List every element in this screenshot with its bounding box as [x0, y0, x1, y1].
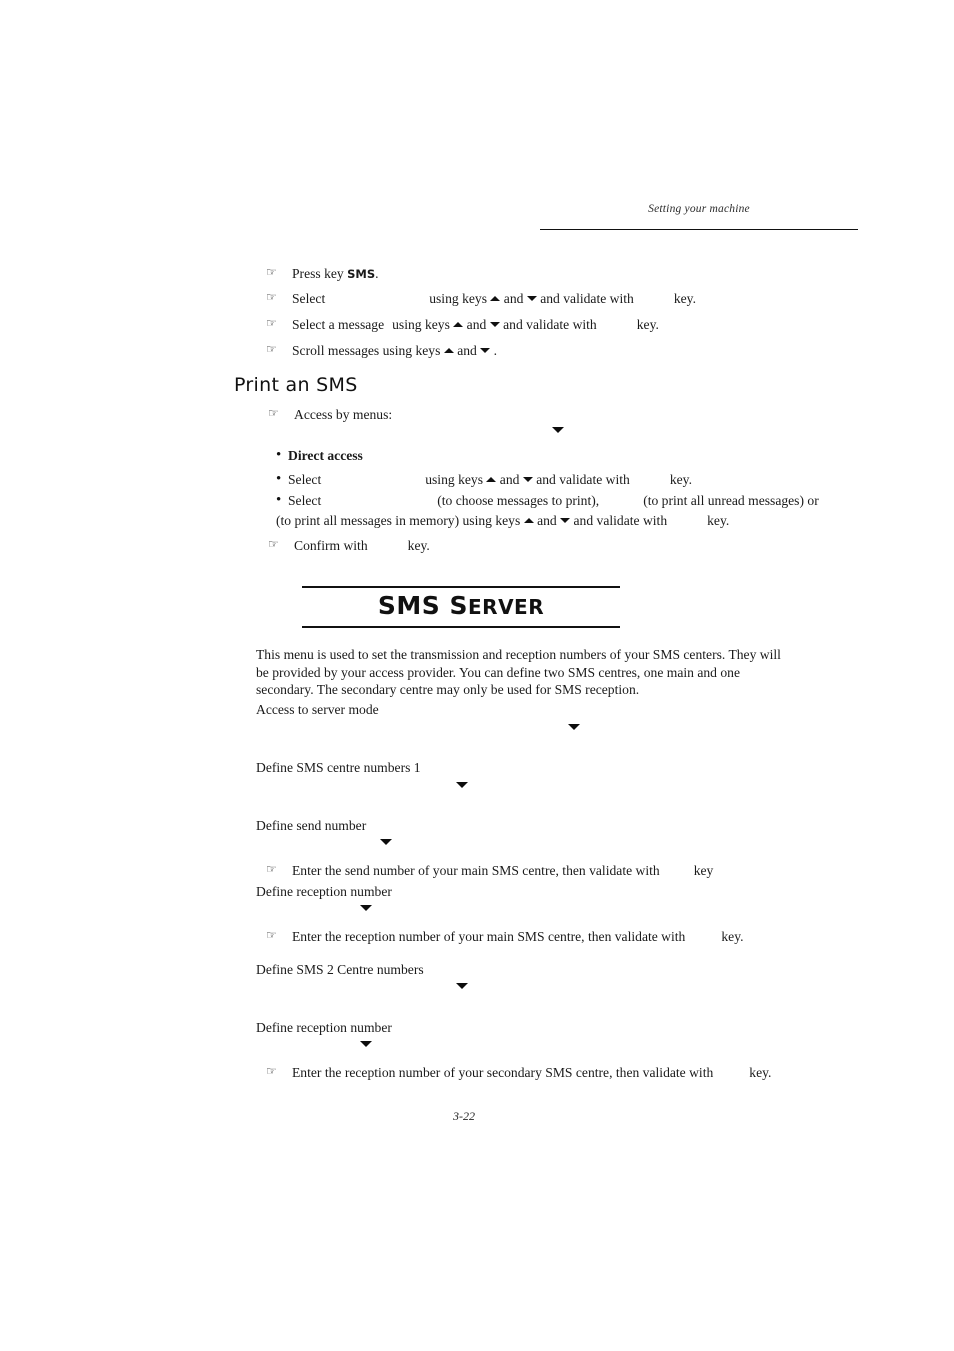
- confirm-key-word: key.: [407, 538, 430, 553]
- pointing-hand-icon: ☞: [266, 1064, 277, 1078]
- confirm-label: Confirm with: [294, 538, 368, 553]
- define-reception-number-2-label: Define reception number: [256, 1020, 392, 1035]
- key-up-icon: [443, 348, 454, 354]
- step-select-and: and: [500, 291, 527, 306]
- pointing-hand-icon: ☞: [268, 406, 279, 420]
- step-select-key-word: key.: [673, 291, 696, 306]
- pointing-hand-icon: ☞: [266, 290, 277, 304]
- key-down-icon: [560, 518, 571, 524]
- banner-rule-bottom: [302, 626, 620, 628]
- define-sms-centre-numbers-1-label: Define SMS centre numbers 1: [256, 760, 421, 775]
- enter-send-number-step: Enter the send number of your main SMS c…: [292, 861, 713, 880]
- menu-descend-arrow-icon: [360, 905, 372, 911]
- step-scroll-messages: Scroll messages using keys and .: [292, 341, 497, 360]
- step-press-key-text: Press key: [292, 266, 348, 281]
- direct-access-label: Direct access: [288, 448, 363, 463]
- pointing-hand-icon: ☞: [266, 862, 277, 876]
- step-select-message-and: and: [463, 317, 490, 332]
- define-reception-number-1-label: Define reception number: [256, 884, 392, 899]
- banner-rule-top: [302, 586, 620, 588]
- key-up-icon: [486, 477, 497, 483]
- menu-descend-arrow-icon: [456, 983, 468, 989]
- key-down-icon: [526, 296, 537, 302]
- bullet-icon: •: [276, 492, 282, 508]
- menu-descend-arrow-icon: [380, 839, 392, 845]
- pointing-hand-icon: ☞: [266, 342, 277, 356]
- step-scroll-label: Scroll messages using keys: [292, 343, 444, 358]
- confirm-with-step: Confirm with key.: [294, 536, 430, 555]
- step-select-using-keys: using keys: [429, 291, 491, 306]
- key-up-icon: [490, 296, 501, 302]
- enter-reception-main-key-word: key.: [721, 929, 744, 944]
- step-select-message-label: Select a message: [292, 317, 385, 332]
- print-select-using-keys: using keys: [425, 472, 487, 487]
- sms-server-title-erver: ERVER: [468, 595, 545, 619]
- key-down-icon: [480, 348, 491, 354]
- print-select-key-word: key.: [669, 472, 692, 487]
- print-select-and: and: [496, 472, 523, 487]
- enter-reception-secondary-key-word: key.: [749, 1065, 772, 1080]
- menu-descend-arrow-icon: [456, 782, 468, 788]
- sms-key-label: SMS: [347, 267, 376, 281]
- print-select-validate: and validate with: [532, 472, 630, 487]
- print-option-and: and: [533, 513, 561, 528]
- pointing-hand-icon: ☞: [266, 265, 277, 279]
- print-option-validate: and validate with: [570, 513, 668, 528]
- step-press-key-period: .: [375, 266, 379, 281]
- step-press-key-sms: Press key SMS.: [292, 264, 379, 284]
- print-select-menu: Select using keys and and validate with ke…: [288, 470, 692, 489]
- sms-server-title-sms: SMS: [377, 591, 441, 620]
- access-to-server-mode-label: Access to server mode: [256, 702, 379, 717]
- running-header-rule: [540, 229, 858, 231]
- step-scroll-and: and: [453, 343, 481, 358]
- print-select-options-line1: Select (to choose messages to print), (to …: [288, 491, 819, 510]
- pointing-hand-icon: ☞: [266, 928, 277, 942]
- step-select-menu: Select using keys and and validate with ke…: [292, 289, 696, 308]
- document-page: Setting your machine ☞ Press key SMS. ☞ …: [0, 0, 954, 1351]
- sms-server-title-s: S: [440, 591, 468, 620]
- pointing-hand-icon: ☞: [266, 316, 277, 330]
- menu-descend-arrow-icon: [552, 427, 564, 433]
- key-up-icon: [523, 518, 534, 524]
- define-sms-2-centre-numbers-label: Define SMS 2 Centre numbers: [256, 962, 424, 977]
- bullet-icon: •: [276, 447, 282, 463]
- step-select-message-key-word: key.: [636, 317, 659, 332]
- step-scroll-period: .: [490, 343, 498, 358]
- step-select-message-using-keys: using keys: [392, 317, 454, 332]
- step-select-label: Select: [292, 291, 326, 306]
- enter-reception-secondary-label: Enter the reception number of your secon…: [292, 1065, 714, 1080]
- menu-descend-arrow-icon: [360, 1041, 372, 1047]
- running-header-title: Setting your machine: [648, 203, 750, 215]
- key-up-icon: [453, 322, 464, 328]
- print-select-options-line2: (to print all messages in memory) using …: [276, 511, 729, 530]
- key-down-icon: [522, 477, 533, 483]
- print-option-key-word: key.: [707, 513, 730, 528]
- step-select-validate: and validate with: [536, 291, 634, 306]
- enter-reception-number-secondary-step: Enter the reception number of your secon…: [292, 1063, 771, 1082]
- print-select-label: Select: [288, 472, 322, 487]
- print-option-choose: (to choose messages to print),: [437, 493, 600, 508]
- step-select-message-validate: and validate with: [499, 317, 597, 332]
- bullet-icon: •: [276, 471, 282, 487]
- enter-reception-main-label: Enter the reception number of your main …: [292, 929, 686, 944]
- access-by-menus-label: Access by menus:: [294, 407, 393, 422]
- print-options-label: Select: [288, 493, 322, 508]
- key-down-icon: [489, 322, 500, 328]
- print-option-unread: (to print all unread messages) or: [643, 493, 819, 508]
- print-option-memory: (to print all messages in memory) using …: [276, 513, 524, 528]
- define-send-number-label: Define send number: [256, 818, 367, 833]
- enter-reception-number-main-step: Enter the reception number of your main …: [292, 927, 744, 946]
- enter-send-number-label: Enter the send number of your main SMS c…: [292, 863, 660, 878]
- menu-descend-arrow-icon: [568, 724, 580, 730]
- page-number: 3-22: [453, 1109, 475, 1123]
- sms-server-intro-paragraph: This menu is used to set the transmissio…: [256, 647, 781, 698]
- section-heading-print-an-sms: Print an SMS: [234, 374, 358, 396]
- pointing-hand-icon: ☞: [268, 537, 279, 551]
- step-select-a-message: Select a message using keys and and valid…: [292, 315, 659, 334]
- section-heading-sms-server: SMS SERVER: [302, 591, 620, 620]
- enter-send-number-key-word: key: [693, 863, 714, 878]
